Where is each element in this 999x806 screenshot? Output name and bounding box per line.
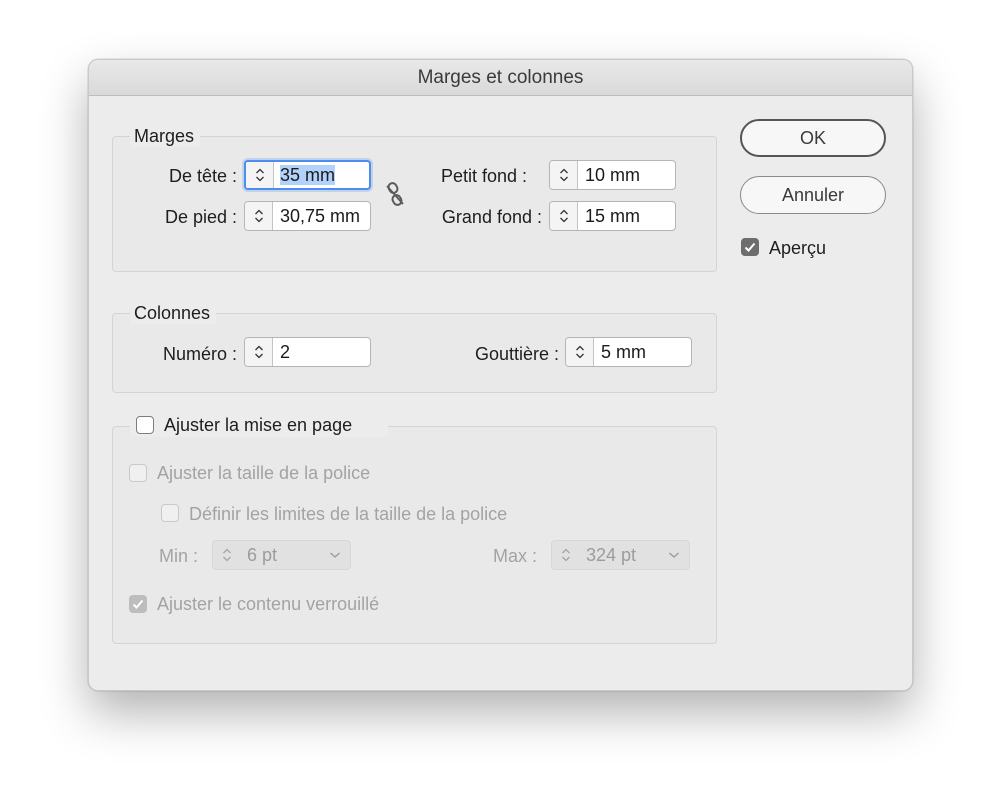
columns-legend: Colonnes xyxy=(130,302,217,324)
cancel-button[interactable]: Annuler xyxy=(740,176,886,214)
preview-checkbox[interactable] xyxy=(741,238,759,256)
stepper-arrows-icon[interactable] xyxy=(245,202,273,230)
title-bar[interactable]: Marges et colonnes xyxy=(89,60,912,96)
chevron-down-icon[interactable] xyxy=(320,541,350,569)
ok-button[interactable]: OK xyxy=(740,119,886,157)
adjust-layout-checkbox[interactable] xyxy=(136,416,154,434)
adjust-font-size-label[interactable]: Ajuster la taille de la police xyxy=(157,462,370,484)
min-label: Min : xyxy=(159,546,199,566)
bottom-margin-stepper[interactable]: 30,75 mm xyxy=(244,201,371,231)
column-number-input[interactable]: 2 xyxy=(273,338,370,366)
gutter-label: Gouttière : xyxy=(474,344,559,364)
stepper-arrows-icon[interactable] xyxy=(550,161,578,189)
top-margin-stepper[interactable]: 35 mm xyxy=(244,160,371,190)
font-limits-label[interactable]: Définir les limites de la taille de la p… xyxy=(189,503,507,525)
top-margin-input[interactable]: 35 mm xyxy=(274,162,369,188)
bottom-margin-label: De pied : xyxy=(164,207,237,227)
checkmark-icon xyxy=(744,242,756,252)
adjust-font-size-checkbox[interactable] xyxy=(129,464,147,482)
outside-margin-stepper[interactable]: 15 mm xyxy=(549,201,676,231)
margins-columns-dialog: Marges et colonnes Marges De tête : 35 m… xyxy=(88,59,913,691)
checkmark-icon xyxy=(132,599,144,609)
preview-label[interactable]: Aperçu xyxy=(769,237,826,259)
top-margin-label: De tête : xyxy=(168,166,237,186)
bottom-margin-input[interactable]: 30,75 mm xyxy=(273,202,370,230)
stepper-arrows-icon[interactable] xyxy=(552,541,579,569)
max-font-size-combo[interactable]: 324 pt xyxy=(551,540,690,570)
margins-legend: Marges xyxy=(130,125,201,147)
chevron-down-icon[interactable] xyxy=(659,541,689,569)
inside-margin-stepper[interactable]: 10 mm xyxy=(549,160,676,190)
stepper-arrows-icon[interactable] xyxy=(566,338,594,366)
max-label: Max : xyxy=(493,546,538,566)
stepper-arrows-icon[interactable] xyxy=(213,541,240,569)
outside-margin-input[interactable]: 15 mm xyxy=(578,202,675,230)
stepper-arrows-icon[interactable] xyxy=(246,162,274,188)
min-font-size-combo[interactable]: 6 pt xyxy=(212,540,351,570)
gutter-stepper[interactable]: 5 mm xyxy=(565,337,692,367)
gutter-input[interactable]: 5 mm xyxy=(594,338,691,366)
adjust-layout-legend: Ajuster la mise en page xyxy=(130,413,388,437)
locked-content-label[interactable]: Ajuster le contenu verrouillé xyxy=(157,593,379,615)
outside-margin-label: Grand fond : xyxy=(441,207,542,227)
column-number-stepper[interactable]: 2 xyxy=(244,337,371,367)
column-number-label: Numéro : xyxy=(162,344,237,364)
locked-content-checkbox[interactable] xyxy=(129,595,147,613)
adjust-layout-label[interactable]: Ajuster la mise en page xyxy=(164,414,352,436)
broken-chain-link-icon[interactable] xyxy=(384,180,406,208)
stepper-arrows-icon[interactable] xyxy=(245,338,273,366)
max-font-size-input[interactable]: 324 pt xyxy=(579,541,659,569)
inside-margin-input[interactable]: 10 mm xyxy=(578,161,675,189)
stepper-arrows-icon[interactable] xyxy=(550,202,578,230)
dialog-title: Marges et colonnes xyxy=(417,67,584,88)
font-limits-checkbox[interactable] xyxy=(161,504,179,522)
inside-margin-label: Petit fond : xyxy=(440,166,527,186)
min-font-size-input[interactable]: 6 pt xyxy=(240,541,320,569)
